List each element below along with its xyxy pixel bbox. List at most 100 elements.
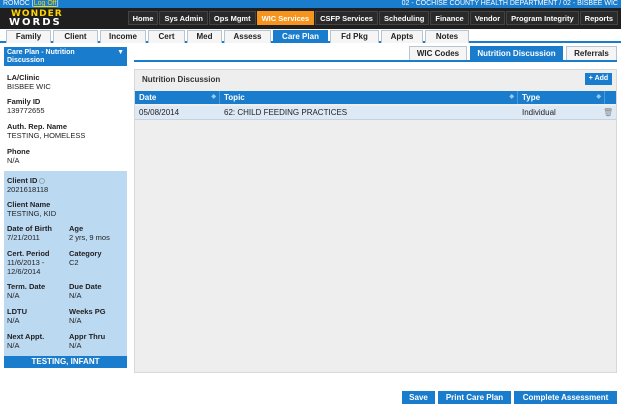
term-date-label: Term. Date [7, 282, 46, 291]
tab-nutrition-discussion[interactable]: Nutrition Discussion [470, 46, 563, 60]
nav-wic-services[interactable]: WIC Services [256, 11, 315, 25]
dob-value: 7/21/2011 [7, 233, 40, 242]
auth-rep-value: TESTING, HOMELESS [7, 131, 86, 140]
nav-program-integrity[interactable]: Program Integrity [506, 11, 579, 25]
auth-rep-label: Auth. Rep. Name [7, 122, 68, 131]
ldtu-label: LDTU [7, 307, 27, 316]
category-info: Category C2 [69, 249, 102, 267]
row-type: Individual [522, 108, 556, 117]
chevron-down-icon[interactable]: ▼ [117, 49, 124, 57]
tabs-underline [134, 60, 617, 62]
nav-finance[interactable]: Finance [430, 11, 469, 25]
client-name-value: TESTING, KID [7, 209, 57, 218]
column-header-date[interactable]: Date ◆ [135, 91, 220, 104]
department-label: 02 - COCHISE COUNTY HEALTH DEPARTMENT / … [401, 0, 618, 7]
family-id-label: Family ID [7, 97, 41, 106]
family-id-info: Family ID 139772655 [7, 97, 45, 115]
logoff-link[interactable]: Log Off [34, 0, 57, 7]
weeks-pg-label: Weeks PG [69, 307, 106, 316]
row-topic: 62: CHILD FEEDING PRACTICES [224, 108, 348, 117]
column-type-label: Type [522, 93, 541, 102]
dob-label: Date of Birth [7, 224, 52, 233]
tab-notes[interactable]: Notes [425, 30, 469, 43]
age-value: 2 yrs, 9 mos [69, 233, 110, 242]
sort-icon: ◆ [509, 94, 514, 100]
appr-thru-value: N/A [69, 341, 82, 350]
client-summary-panel: Care Plan - Nutrition Discussion ▼ LA/Cl… [4, 47, 127, 369]
nav-reports[interactable]: Reports [579, 11, 618, 25]
tab-client[interactable]: Client [53, 30, 98, 43]
nav-ops-mgmt[interactable]: Ops Mgmt [208, 11, 256, 25]
tab-appts[interactable]: Appts [381, 30, 423, 43]
column-header-topic[interactable]: Topic ◆ [220, 91, 518, 104]
panel-header-title: Care Plan - Nutrition Discussion [7, 49, 75, 64]
app-header: WONDER WORDS Home Sys Admin Ops Mgmt WIC… [0, 8, 621, 29]
cert-period-label: Cert. Period [7, 249, 50, 258]
client-id-label: Client ID [7, 176, 38, 185]
due-date-value: N/A [69, 291, 82, 300]
nav-vendor[interactable]: Vendor [469, 11, 506, 25]
sort-icon: ◆ [596, 94, 601, 100]
tab-income[interactable]: Income [100, 30, 146, 43]
tab-care-plan[interactable]: Care Plan [273, 30, 328, 43]
nav-scheduling[interactable]: Scheduling [378, 11, 430, 25]
column-header-type[interactable]: Type ◆ [518, 91, 605, 104]
auth-rep-info: Auth. Rep. Name TESTING, HOMELESS [7, 122, 85, 140]
logo-line2: WORDS [9, 17, 62, 28]
tab-wic-codes[interactable]: WIC Codes [409, 46, 467, 60]
client-id-value: 2021618118 [7, 185, 49, 194]
age-info: Age 2 yrs, 9 mos [69, 224, 110, 242]
print-care-plan-button[interactable]: Print Care Plan [438, 391, 511, 404]
phone-info: Phone N/A [7, 147, 30, 165]
category-value: C2 [69, 258, 79, 267]
client-name-info: Client Name TESTING, KID [7, 200, 56, 218]
next-appt-value: N/A [7, 341, 20, 350]
column-topic-label: Topic [224, 93, 245, 102]
nav-csfp-services[interactable]: CSFP Services [315, 11, 378, 25]
due-date-info: Due Date N/A [69, 282, 102, 300]
row-date: 05/08/2014 [139, 108, 180, 117]
weeks-pg-value: N/A [69, 316, 82, 325]
tab-assess[interactable]: Assess [224, 30, 271, 43]
age-label: Age [69, 224, 84, 233]
ldtu-value: N/A [7, 316, 20, 325]
client-details: Client ID 2021618118 Client Name TESTING… [4, 171, 127, 356]
nav-sys-admin[interactable]: Sys Admin [159, 11, 208, 25]
client-subtabs: Family Client Income Cert Med Assess Car… [0, 29, 621, 43]
username: ROMOC [3, 0, 30, 7]
tab-fd-pkg[interactable]: Fd Pkg [330, 30, 379, 43]
sort-icon: ◆ [211, 94, 216, 100]
appr-thru-info: Appr Thru N/A [69, 332, 105, 350]
app-logo: WONDER WORDS [5, 9, 67, 28]
tab-cert[interactable]: Cert [148, 30, 185, 43]
client-id-info: Client ID 2021618118 [7, 176, 48, 194]
add-button[interactable]: + Add [585, 73, 612, 85]
save-button[interactable]: Save [402, 391, 435, 404]
complete-assessment-button[interactable]: Complete Assessment [514, 391, 617, 404]
cert-period-start: 11/6/2013 - [7, 258, 45, 267]
weeks-pg-info: Weeks PG N/A [69, 307, 106, 325]
cert-period-info: Cert. Period 11/6/2013 - 12/6/2014 [7, 249, 50, 276]
panel-header[interactable]: Care Plan - Nutrition Discussion ▼ [4, 47, 127, 66]
term-date-value: N/A [7, 291, 20, 300]
family-member-button[interactable]: TESTING, INFANT [4, 356, 127, 368]
tab-family[interactable]: Family [6, 30, 51, 43]
shield-icon [39, 178, 46, 185]
nav-home[interactable]: Home [127, 11, 159, 25]
tab-med[interactable]: Med [187, 30, 222, 43]
due-date-label: Due Date [69, 282, 102, 291]
trash-icon[interactable]: 🗑 [603, 108, 613, 118]
next-appt-label: Next Appt. [7, 332, 45, 341]
section-title: Nutrition Discussion [142, 75, 221, 84]
main-nav: Home Sys Admin Ops Mgmt WIC Services CSF… [127, 11, 618, 25]
column-date-label: Date [139, 93, 157, 102]
tab-referrals[interactable]: Referrals [566, 46, 617, 60]
user-info: ROMOC [Log Off] [3, 0, 59, 7]
ldtu-info: LDTU N/A [7, 307, 27, 325]
table-row[interactable]: 05/08/2014 62: CHILD FEEDING PRACTICES I… [135, 106, 616, 120]
top-status-bar: ROMOC [Log Off] 02 - COCHISE COUNTY HEAL… [0, 0, 621, 8]
appr-thru-label: Appr Thru [69, 332, 106, 341]
client-name-label: Client Name [7, 200, 51, 209]
table-header: Date ◆ Topic ◆ Type ◆ [135, 91, 616, 104]
la-clinic-info: LA/Clinic BISBEE WIC [7, 73, 51, 91]
